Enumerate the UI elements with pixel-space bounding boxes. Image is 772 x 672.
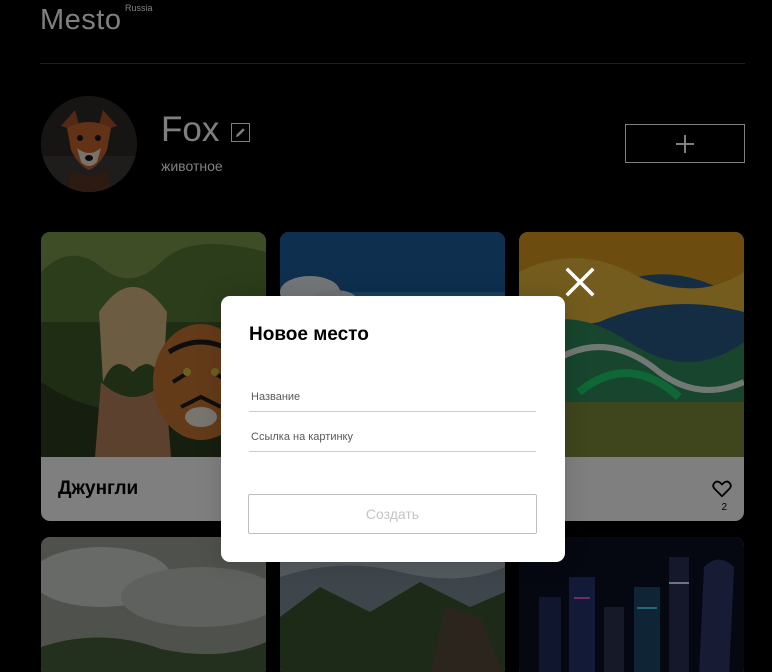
popup-title: Новое место bbox=[249, 324, 369, 345]
image-link-input[interactable] bbox=[249, 422, 536, 452]
place-name-input[interactable] bbox=[249, 382, 536, 412]
close-icon bbox=[565, 267, 595, 297]
create-button[interactable]: Создать bbox=[248, 494, 537, 534]
page: Mesto Russia Fox животное bbox=[0, 0, 772, 672]
close-popup-button[interactable] bbox=[564, 266, 596, 298]
new-place-popup: Новое место Создать bbox=[221, 296, 565, 562]
